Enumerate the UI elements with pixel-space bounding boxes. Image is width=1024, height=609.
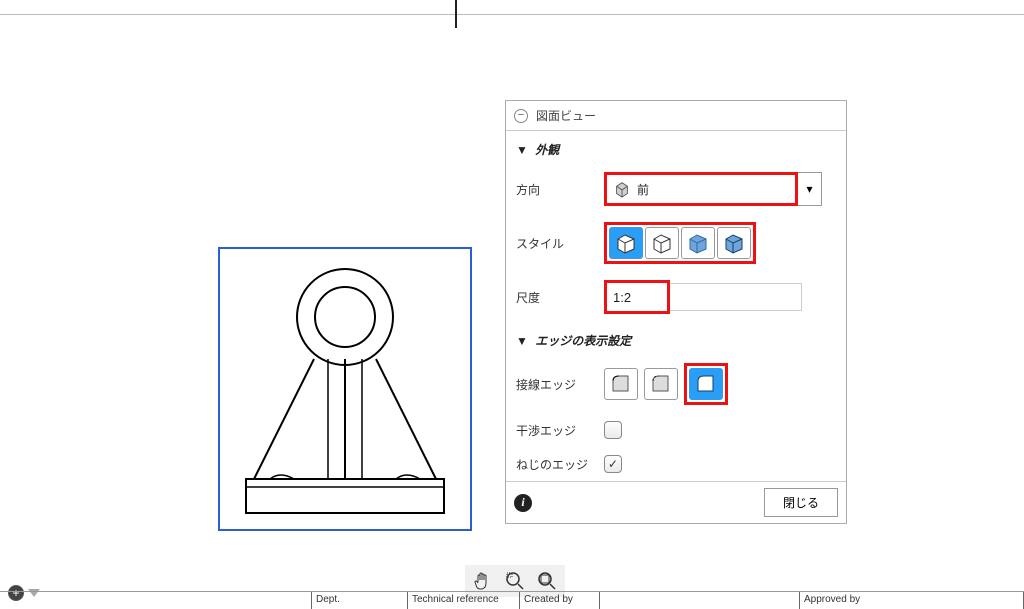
close-button[interactable]: 閉じる [764, 488, 838, 517]
panel-footer: i 閉じる [506, 481, 846, 523]
titleblock-strip: Dept. Technical reference Created by App… [0, 591, 1024, 609]
zoom-window-icon [504, 570, 526, 592]
interference-edge-checkbox[interactable] [604, 421, 622, 439]
row-thread-edge: ねじのエッジ ✓ [506, 447, 846, 481]
panel-title: 図面ビュー [536, 107, 596, 124]
chevron-down-icon: ▾ [806, 182, 812, 196]
row-interference-edge: 干渉エッジ [506, 413, 846, 447]
row-direction: 方向 前 ▾ [506, 164, 846, 214]
label-scale: 尺度 [516, 289, 604, 306]
sheet-edge-line [0, 14, 1024, 15]
style-shaded-edges[interactable] [717, 227, 751, 259]
row-scale: 尺度 [506, 272, 846, 322]
disclosure-triangle-icon: ▼ [516, 143, 528, 157]
section-edge-display[interactable]: ▼ エッジの表示設定 [506, 322, 846, 355]
tangent-edge-full[interactable] [604, 368, 638, 400]
center-tick-mark [455, 0, 457, 28]
direction-selector[interactable]: 前 [604, 172, 798, 206]
drawing-view-front[interactable] [218, 247, 472, 531]
collapse-icon[interactable]: − [514, 109, 528, 123]
titleblock-approved: Approved by [800, 592, 1024, 609]
section-appearance[interactable]: ▼ 外観 [506, 131, 846, 164]
style-button-group [604, 222, 756, 264]
titleblock-techref: Technical reference [408, 592, 520, 609]
label-direction: 方向 [516, 181, 604, 198]
hand-icon [472, 570, 494, 592]
thread-edge-checkbox[interactable]: ✓ [604, 455, 622, 473]
tangent-edge-off[interactable] [689, 368, 723, 400]
label-tangent-edge: 接線エッジ [516, 376, 604, 393]
direction-dropdown-button[interactable]: ▾ [798, 172, 822, 206]
label-style: スタイル [516, 235, 604, 252]
info-icon[interactable]: i [514, 494, 532, 512]
row-tangent-edge: 接線エッジ [506, 355, 846, 413]
scale-field-extension[interactable] [670, 283, 802, 311]
disclosure-triangle-icon: ▼ [516, 334, 528, 348]
titleblock-dept: Dept. [312, 592, 408, 609]
tangent-edge-phantom[interactable] [644, 368, 678, 400]
style-wireframe-hidden[interactable] [645, 227, 679, 259]
label-thread-edge: ねじのエッジ [516, 456, 604, 473]
part-outline [236, 259, 456, 519]
panel-header[interactable]: − 図面ビュー [506, 101, 846, 131]
label-interference-edge: 干渉エッジ [516, 422, 604, 439]
scale-input[interactable] [607, 283, 667, 311]
zoom-fit-icon [536, 570, 558, 592]
cube-icon [613, 180, 631, 198]
row-style: スタイル [506, 214, 846, 272]
drawing-canvas[interactable]: − 図面ビュー ▼ 外観 方向 前 ▾ スタイル [0, 0, 1024, 609]
direction-value: 前 [637, 181, 789, 198]
titleblock-created: Created by [520, 592, 600, 609]
drawing-view-properties-panel: − 図面ビュー ▼ 外観 方向 前 ▾ スタイル [505, 100, 847, 524]
style-wireframe-visible[interactable] [609, 227, 643, 259]
style-shaded[interactable] [681, 227, 715, 259]
